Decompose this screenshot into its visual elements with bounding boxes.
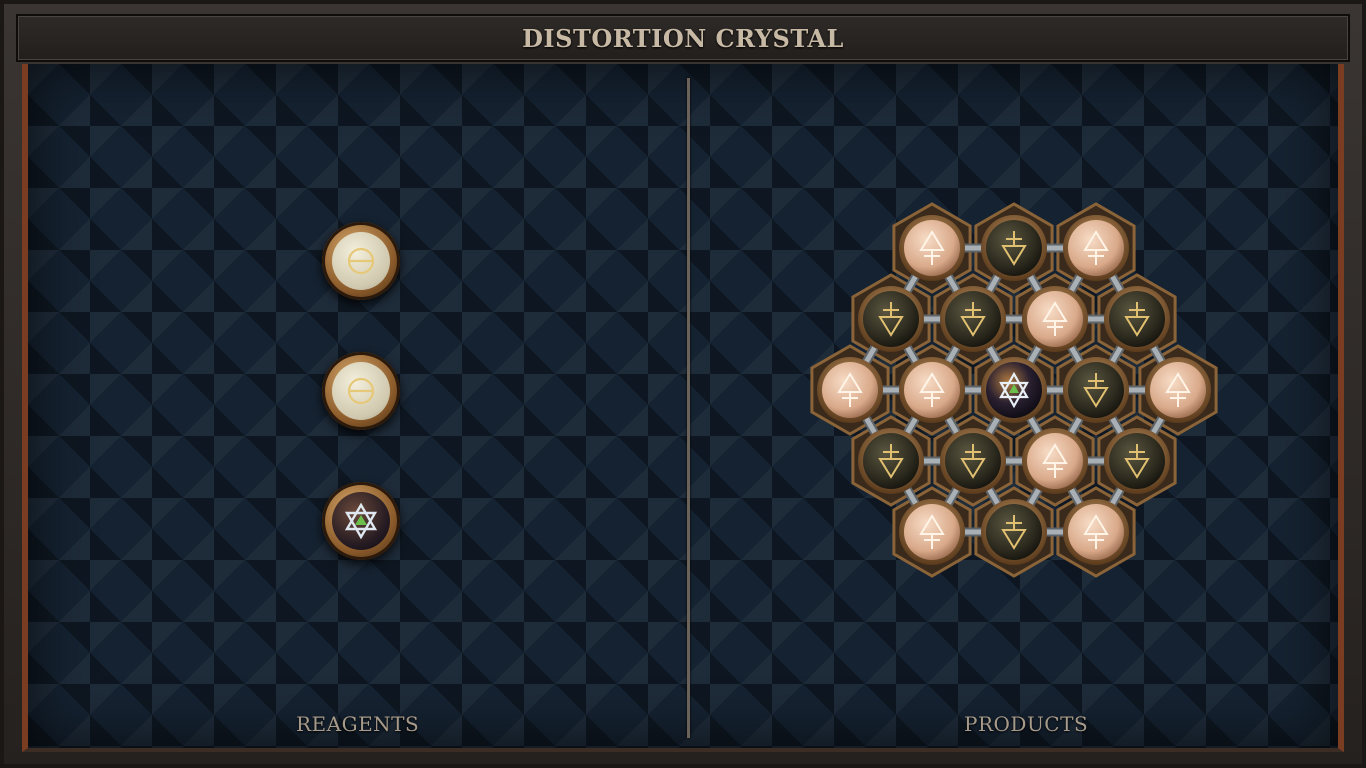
atom-body	[986, 220, 1042, 276]
atom-body	[1068, 220, 1124, 276]
product-atom-dark	[981, 215, 1047, 281]
atom-body	[1068, 362, 1124, 418]
atom-body	[945, 291, 1001, 347]
title-bar: DISTORTION CRYSTAL	[16, 14, 1350, 62]
atom-body	[904, 220, 960, 276]
product-atom-light	[899, 215, 965, 281]
product-atom-dark	[940, 286, 1006, 352]
puzzle-board: REAGENTS PRODUCTS	[22, 64, 1344, 752]
atom-body	[1027, 433, 1083, 489]
product-atom-light	[1063, 499, 1129, 565]
atom-body	[1150, 362, 1206, 418]
atom-body	[1027, 291, 1083, 347]
atom-body	[904, 362, 960, 418]
puzzle-title: DISTORTION CRYSTAL	[522, 23, 844, 53]
product-atom-dark	[1104, 428, 1170, 494]
product-atom-dark	[981, 499, 1047, 565]
product-atom-dark	[1104, 286, 1170, 352]
product-atom-dark	[940, 428, 1006, 494]
atom-body	[822, 362, 878, 418]
product-atom-dark	[1063, 357, 1129, 423]
atom-body	[1109, 291, 1165, 347]
product-atom-light	[817, 357, 883, 423]
product-atom-dark	[858, 428, 924, 494]
atom-body	[1068, 504, 1124, 560]
product-molecule[interactable]	[28, 64, 1350, 752]
molecule-atoms	[817, 215, 1211, 565]
product-atom-center	[981, 357, 1047, 423]
atom-body	[863, 291, 919, 347]
product-atom-light	[1022, 286, 1088, 352]
atom-body	[986, 504, 1042, 560]
atom-body	[904, 504, 960, 560]
product-atom-light	[1063, 215, 1129, 281]
atom-body	[945, 433, 1001, 489]
product-atom-light	[1145, 357, 1211, 423]
product-atom-dark	[858, 286, 924, 352]
product-atom-light	[899, 499, 965, 565]
atom-body	[863, 433, 919, 489]
product-atom-light	[899, 357, 965, 423]
product-atom-light	[1022, 428, 1088, 494]
atom-body	[1109, 433, 1165, 489]
